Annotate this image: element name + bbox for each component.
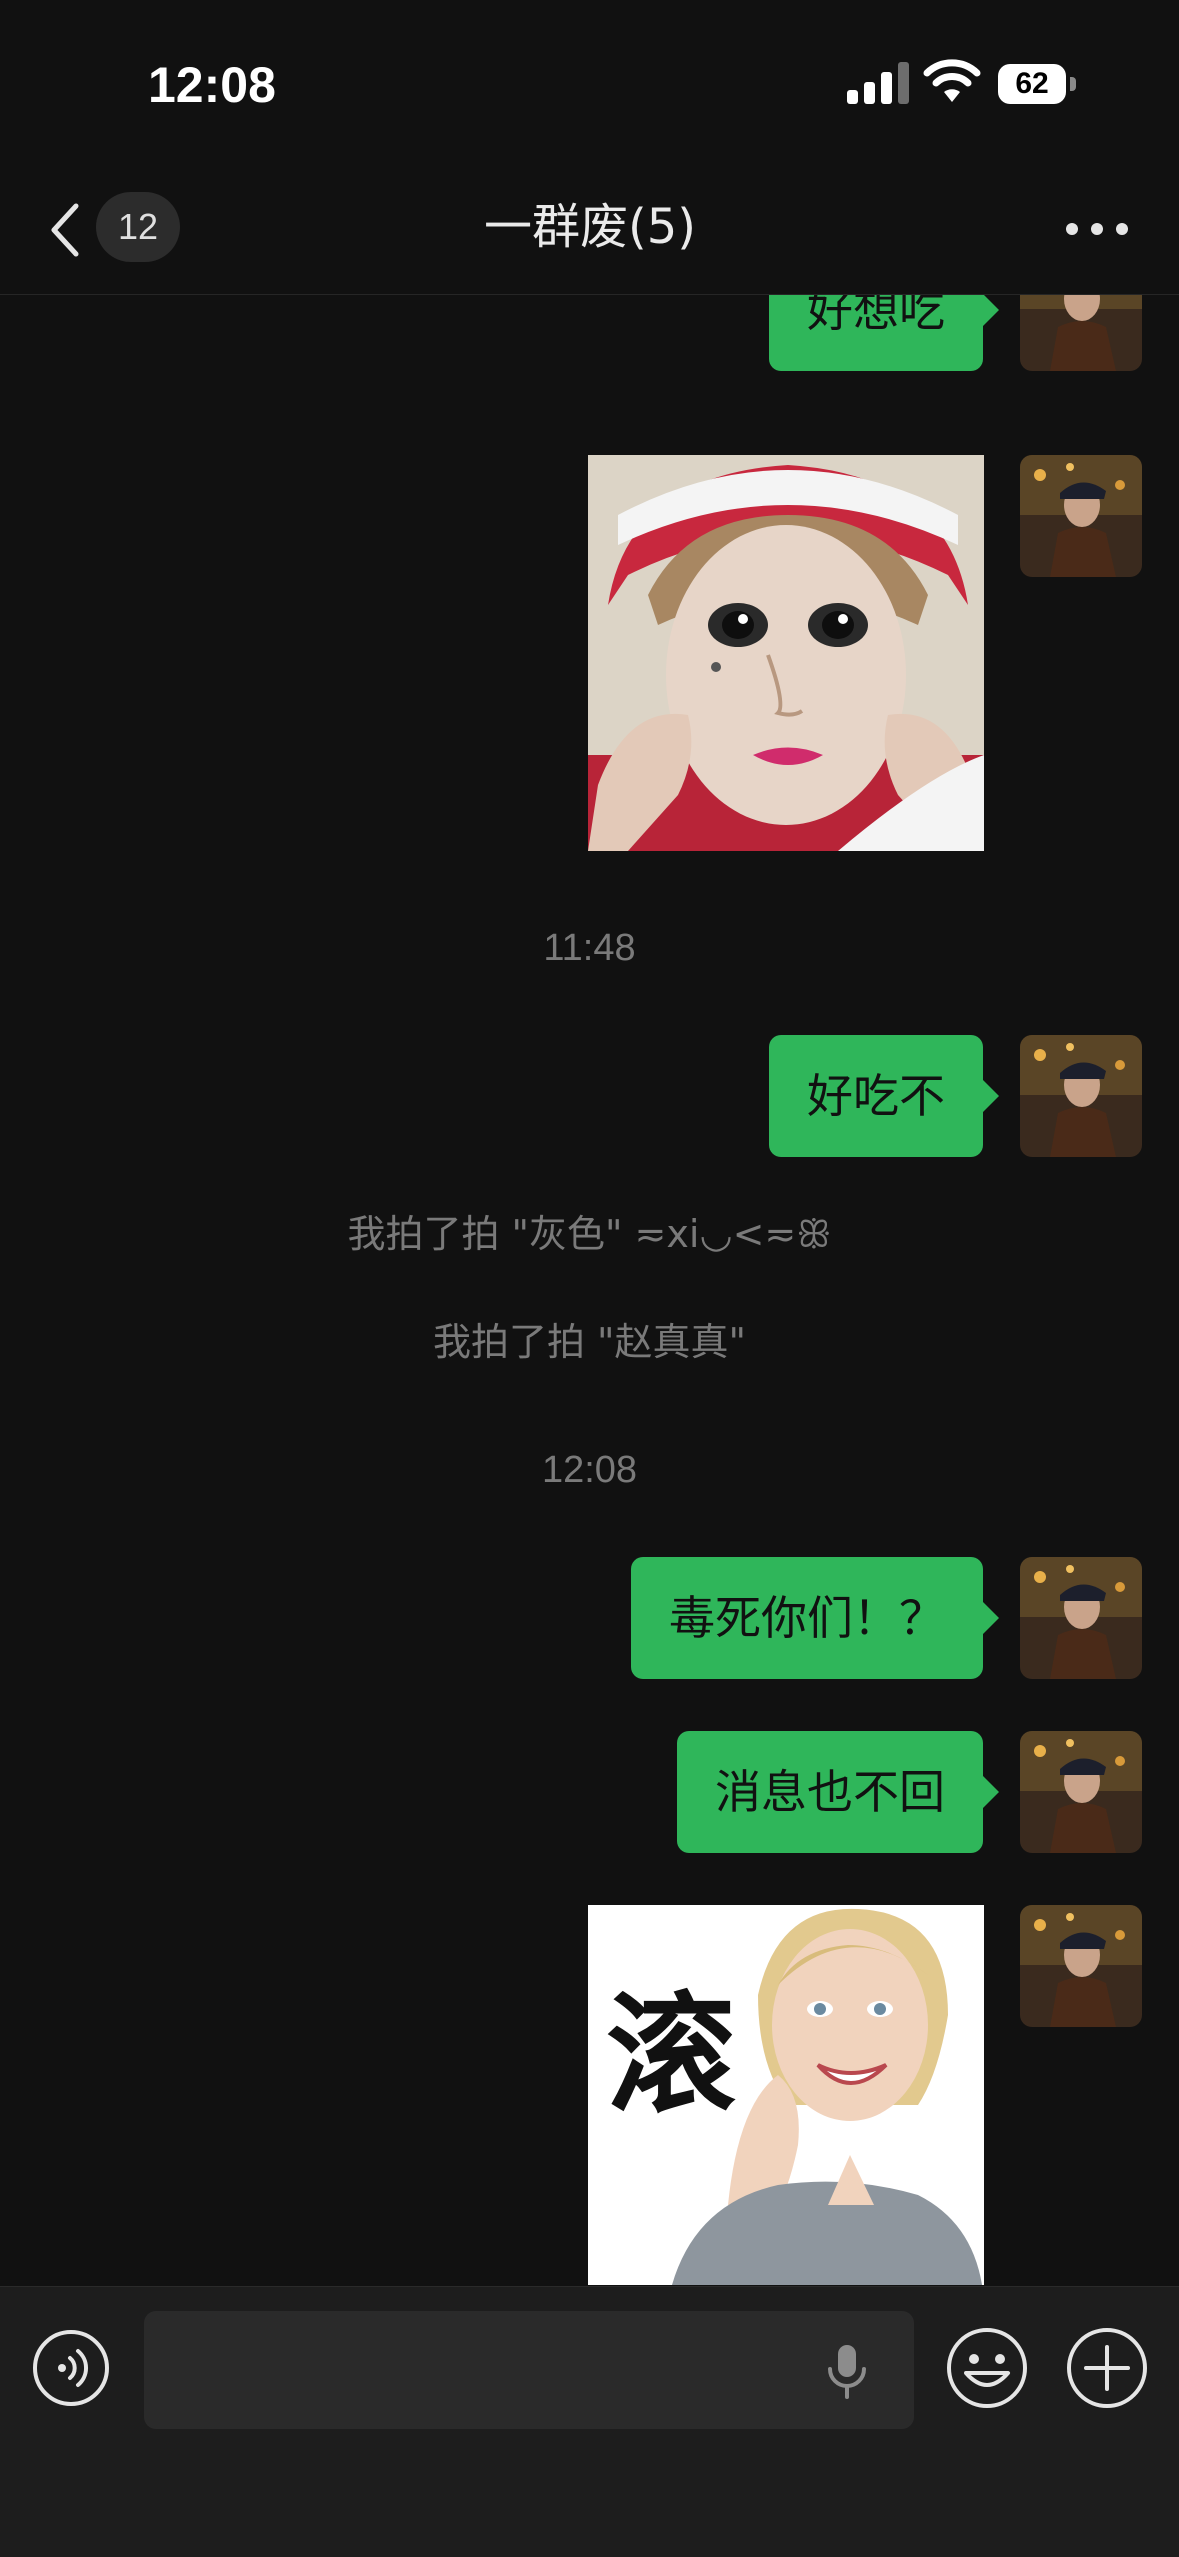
- avatar[interactable]: [1020, 1035, 1142, 1157]
- chat-header: 12 一群废(5): [0, 170, 1179, 295]
- message-row: 毒死你们！？: [0, 1557, 1179, 1679]
- chevron-left-icon[interactable]: [46, 200, 84, 260]
- unread-count-badge[interactable]: 12: [96, 192, 180, 262]
- more-icon[interactable]: [1062, 218, 1132, 240]
- message-bubble[interactable]: 消息也不回: [677, 1731, 999, 1853]
- plus-icon[interactable]: [1066, 2327, 1148, 2409]
- chat-title[interactable]: 一群废(5): [340, 194, 840, 260]
- message-bubble[interactable]: 毒死你们！？: [631, 1557, 999, 1679]
- sticker-image[interactable]: [588, 455, 984, 851]
- timestamp: 11:48: [543, 927, 636, 969]
- message-row: 消息也不回: [0, 1731, 1179, 1853]
- avatar[interactable]: [1020, 455, 1142, 577]
- sticker-caption: 滚: [606, 1979, 737, 2131]
- voice-icon[interactable]: [32, 2329, 110, 2407]
- microphone-icon[interactable]: [824, 2343, 870, 2399]
- sticker-image[interactable]: 滚: [588, 1905, 984, 2285]
- status-bar: 12:08 62: [0, 0, 1179, 170]
- system-message: 我拍了拍 "赵真真": [432, 1320, 747, 1364]
- message-row: 好想吃: [0, 295, 1179, 371]
- message-bubble[interactable]: 好吃不: [769, 1035, 999, 1157]
- message-input[interactable]: [144, 2311, 914, 2429]
- input-toolbar: [0, 2286, 1179, 2557]
- emoji-icon[interactable]: [946, 2327, 1028, 2409]
- message-row: 好吃不: [0, 1035, 1179, 1157]
- avatar[interactable]: [1020, 1557, 1142, 1679]
- timestamp: 12:08: [541, 1449, 638, 1491]
- cellular-signal-icon: [847, 62, 909, 104]
- battery-cap: [1070, 77, 1076, 91]
- wifi-icon: [923, 59, 981, 102]
- avatar[interactable]: [1020, 1731, 1142, 1853]
- status-time: 12:08: [148, 57, 276, 113]
- avatar[interactable]: [1020, 1905, 1142, 2027]
- message-list[interactable]: 好想吃 11:48 好吃不 我拍了拍 "灰色" ≂xi◡<≂ꕥ 我拍了拍 "赵真…: [0, 295, 1179, 2285]
- message-bubble[interactable]: 好想吃: [769, 295, 999, 371]
- battery-level: 62: [998, 64, 1066, 104]
- system-message: 我拍了拍 "灰色" ≂xi◡<≂ꕥ: [347, 1212, 832, 1256]
- message-row: 滚: [0, 1905, 1179, 2285]
- message-row: [0, 455, 1179, 851]
- battery-indicator: 62: [998, 64, 1076, 106]
- avatar[interactable]: [1020, 295, 1142, 371]
